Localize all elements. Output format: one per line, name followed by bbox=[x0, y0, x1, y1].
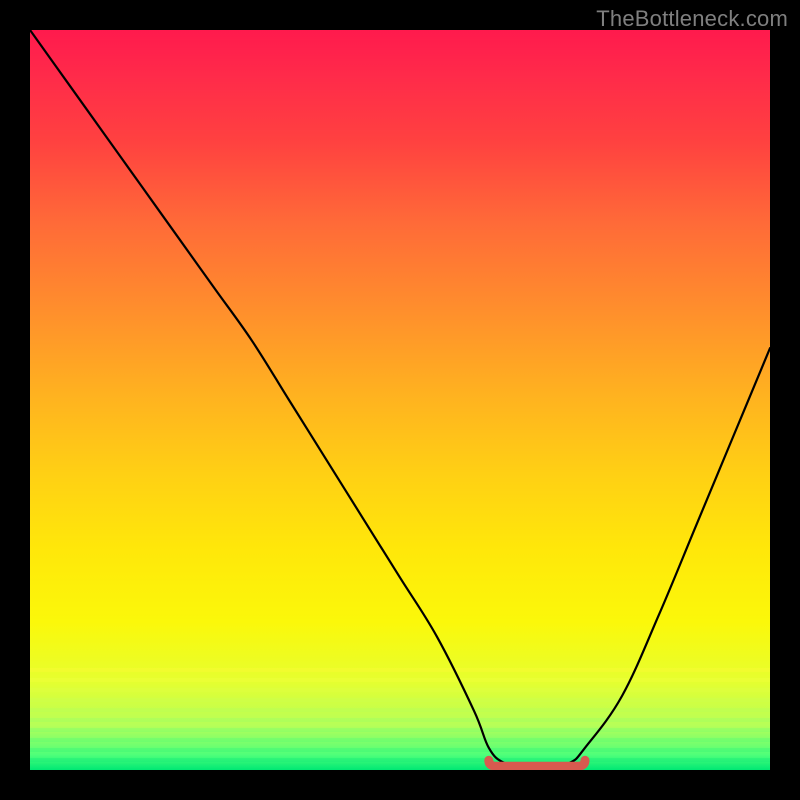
bottleneck-curve-path bbox=[30, 30, 770, 767]
watermark-text: TheBottleneck.com bbox=[596, 6, 788, 32]
plot-area bbox=[30, 30, 770, 770]
chart-frame: TheBottleneck.com bbox=[0, 0, 800, 800]
curve-svg bbox=[30, 30, 770, 770]
